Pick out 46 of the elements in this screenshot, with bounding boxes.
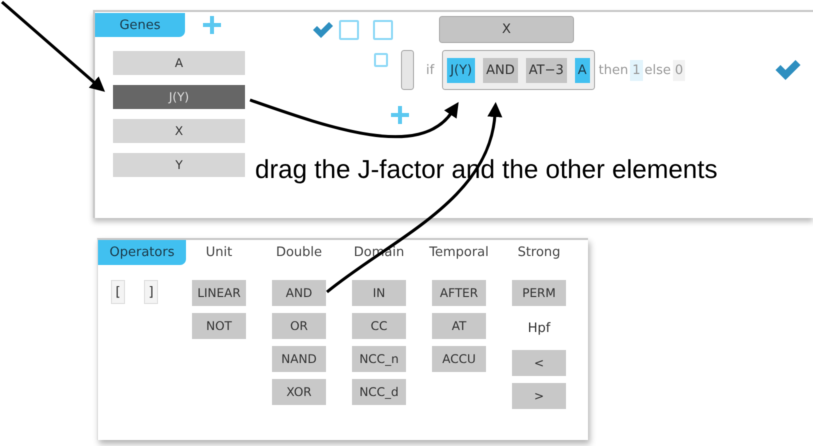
checkbox[interactable] — [373, 20, 393, 40]
operator-button[interactable]: AT — [432, 313, 486, 339]
then-label: then — [598, 62, 628, 78]
operator-button[interactable]: AFTER — [432, 280, 486, 306]
column-header: Strong — [518, 245, 560, 260]
condition-token[interactable]: AT−3 — [526, 58, 567, 82]
operator-label: Hpf — [528, 320, 550, 338]
checkbox[interactable] — [339, 20, 359, 40]
condition-token[interactable]: AND — [483, 58, 518, 82]
column-header: Temporal — [429, 245, 489, 260]
condition-field[interactable]: J(Y) AND AT−3 A — [442, 50, 595, 90]
add-icon[interactable] — [391, 106, 409, 124]
else-label: else — [644, 62, 671, 78]
checkbox[interactable] — [374, 53, 388, 67]
gene-item[interactable]: Y — [113, 153, 245, 177]
condition-token[interactable]: J(Y) — [447, 58, 476, 82]
if-label: if — [426, 62, 434, 78]
operator-button[interactable]: XOR — [272, 379, 326, 405]
add-icon[interactable] — [203, 16, 221, 34]
operator-button[interactable]: ACCU — [432, 346, 486, 372]
operator-button[interactable]: IN — [352, 280, 406, 306]
operator-button[interactable]: PERM — [512, 280, 566, 306]
target-gene-field[interactable]: X — [439, 16, 574, 43]
operator-button[interactable]: < — [512, 350, 566, 376]
operator-button[interactable]: NCC_n — [352, 346, 406, 372]
operators-tab[interactable]: Operators — [98, 240, 186, 265]
operator-button[interactable]: AND — [272, 280, 326, 306]
checkmark-icon[interactable] — [775, 60, 801, 80]
operator-button[interactable]: OR — [272, 313, 326, 339]
operator-button[interactable]: NAND — [272, 346, 326, 372]
operator-button[interactable]: LINEAR — [192, 280, 246, 306]
column-header: Unit — [206, 245, 232, 260]
column-header: Double — [276, 245, 322, 260]
gene-item[interactable]: A — [113, 51, 245, 75]
operator-button[interactable]: > — [512, 383, 566, 409]
bracket-button[interactable]: ] — [144, 280, 158, 304]
gene-item[interactable]: X — [113, 119, 245, 143]
drag-handle[interactable] — [401, 50, 414, 90]
operator-button[interactable]: NCC_d — [352, 379, 406, 405]
operator-button[interactable]: CC — [352, 313, 406, 339]
genes-tab[interactable]: Genes — [95, 13, 185, 37]
bracket-button[interactable]: [ — [111, 280, 125, 304]
checkmark-icon[interactable] — [313, 22, 333, 38]
condition-token[interactable]: A — [574, 58, 590, 82]
gene-item[interactable]: J(Y) — [113, 85, 245, 109]
operator-button[interactable]: NOT — [192, 313, 246, 339]
